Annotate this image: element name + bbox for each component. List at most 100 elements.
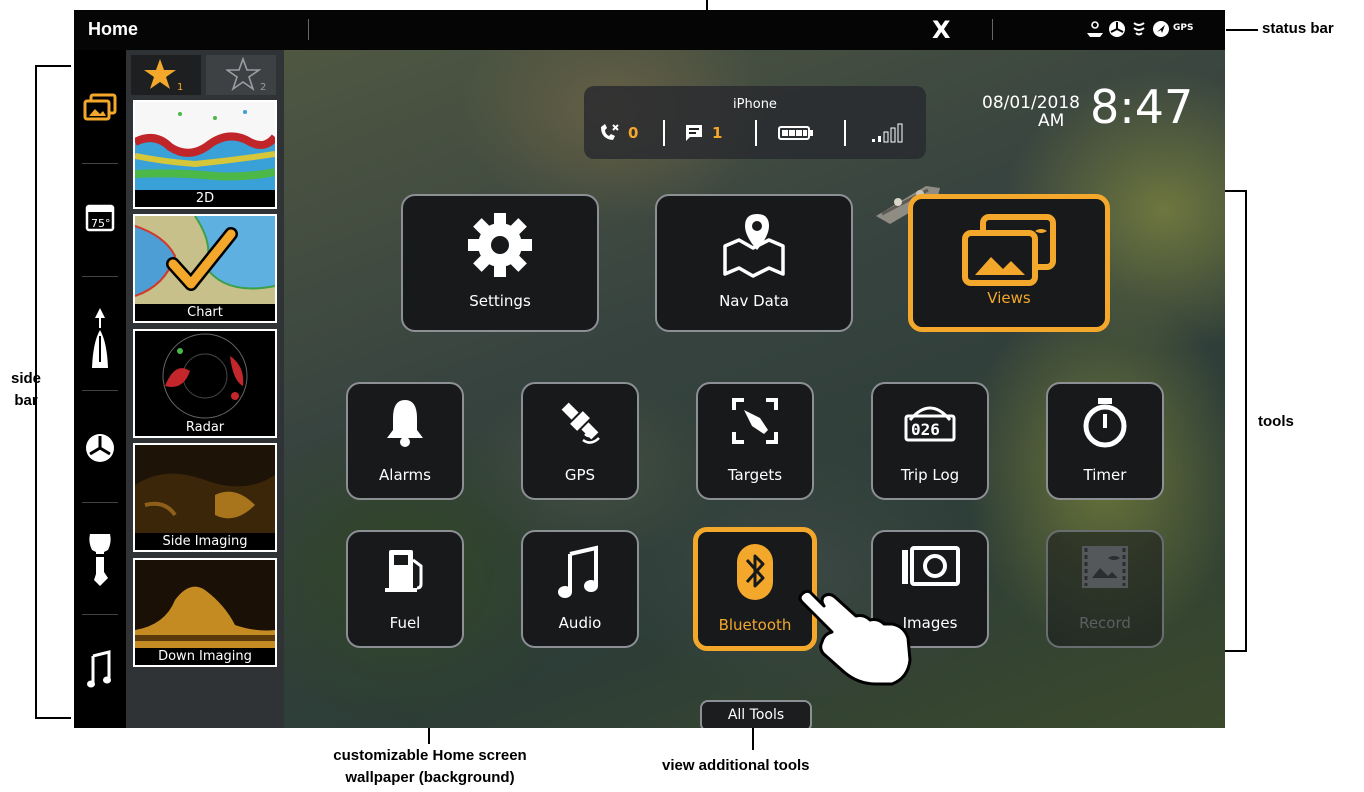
down-imaging-thumbnail: [135, 560, 275, 650]
tool-label: Audio: [558, 614, 602, 632]
annotation-wallpaper-line2: wallpaper (background): [345, 769, 515, 786]
sidebar-divider: [82, 390, 118, 391]
odometer-icon: 026: [904, 406, 956, 442]
sonar-status-icon[interactable]: [1130, 20, 1148, 38]
tool-label: Settings: [469, 292, 531, 310]
sidebar-item-radar[interactable]: [74, 396, 126, 500]
annotation-side-bar: side bar: [6, 368, 46, 412]
sidebar-divider: [82, 276, 118, 277]
tool-gps[interactable]: GPS: [521, 382, 639, 500]
missed-call-icon: [601, 124, 619, 140]
target-boat-icon: [732, 398, 778, 444]
tool-label: Bluetooth: [718, 616, 792, 634]
tool-label: Targets: [727, 466, 783, 484]
phone-notification-bar[interactable]: iPhone 0 1: [584, 86, 926, 159]
camera-icon: [902, 546, 960, 586]
sidebar-item-views[interactable]: [74, 56, 126, 160]
boat-sensor-icon[interactable]: [1086, 20, 1104, 38]
sidebar-item-music[interactable]: [74, 620, 126, 720]
phone-battery: [778, 122, 814, 144]
phone-signal: [870, 122, 910, 144]
navigation-status-icon[interactable]: [1152, 20, 1170, 38]
music-icon: [87, 650, 111, 688]
nav-data-icon: 75°: [85, 204, 115, 232]
stopwatch-icon: [1083, 398, 1127, 448]
side-bar-bracket-vertical: [35, 65, 37, 719]
gps-status-icon[interactable]: GPS: [1173, 23, 1193, 33]
views-icon: [83, 93, 117, 121]
all-tools-button[interactable]: All Tools: [700, 700, 812, 728]
phone-bar-divider: [663, 120, 665, 146]
radar-status-icon[interactable]: [1108, 20, 1126, 38]
phone-name: iPhone: [733, 97, 777, 112]
message-icon: [686, 125, 702, 141]
messages-count: 1: [712, 124, 723, 142]
favorite-view-side-imaging[interactable]: Side Imaging: [133, 443, 277, 552]
annotation-wallpaper-line1: customizable Home screen: [333, 747, 527, 764]
status-bar: Home X GPS: [74, 10, 1225, 50]
signal-strength-icon: [872, 123, 903, 143]
battery-icon: [778, 126, 813, 140]
favorite-view-label: Side Imaging: [135, 533, 275, 550]
views-icon: [962, 214, 1056, 286]
tool-targets[interactable]: Targets: [696, 382, 814, 500]
tool-nav-data[interactable]: Nav Data: [655, 194, 853, 332]
sidebar-item-engine[interactable]: [74, 508, 126, 612]
favorite-views-panel: 1 2 2D Chart Radar Side Imaging Down Ima…: [126, 50, 284, 728]
tool-views[interactable]: Views: [908, 194, 1110, 332]
humminbird-x-icon: X: [932, 16, 951, 44]
missed-calls-count: 0: [628, 124, 639, 142]
svg-text:2: 2: [260, 82, 266, 93]
side-bar-bracket-bottom: [35, 717, 71, 719]
favorites-tab-1[interactable]: 1: [131, 55, 201, 95]
sidebar-divider: [82, 163, 118, 164]
favorite-view-2d[interactable]: 2D: [133, 100, 277, 209]
annotation-wallpaper: customizable Home screen wallpaper (back…: [302, 745, 558, 789]
star-filled-icon: 1: [144, 59, 183, 93]
satellite-icon: [561, 402, 600, 444]
time-display: 8:47: [1090, 80, 1194, 134]
tools-bracket-top: [1224, 190, 1247, 192]
annotation-side-bar-line2: bar: [14, 392, 38, 409]
annotation-tools: tools: [1258, 413, 1294, 430]
device-screen: Home X GPS 75° 1 2 2D Chart Radar Side I…: [74, 10, 1225, 728]
gear-icon: [468, 213, 532, 277]
annotation-status-bar: status bar: [1262, 20, 1334, 37]
side-imaging-thumbnail: [135, 445, 275, 535]
tool-fuel[interactable]: Fuel: [346, 530, 464, 648]
map-pin-icon: [723, 214, 785, 278]
favorite-view-label: Radar: [135, 419, 275, 436]
messages: 1: [684, 122, 722, 144]
ampm-display: AM: [1038, 111, 1065, 131]
music-note-icon: [558, 545, 598, 598]
tool-label: Fuel: [389, 614, 421, 632]
sidebar-item-nav-data[interactable]: 75°: [74, 169, 126, 267]
favorite-view-label: Down Imaging: [135, 648, 275, 665]
tool-label: Views: [987, 289, 1031, 307]
favorites-tab-2[interactable]: 2: [206, 55, 276, 95]
tool-trip-log[interactable]: 026 Trip Log: [871, 382, 989, 500]
fuel-pump-icon: [385, 550, 423, 592]
tool-settings[interactable]: Settings: [401, 194, 599, 332]
status-bar-pointer: [1226, 29, 1258, 31]
tool-timer[interactable]: Timer: [1046, 382, 1164, 500]
radar-icon: [86, 434, 114, 462]
tool-audio[interactable]: Audio: [521, 530, 639, 648]
sidebar-divider: [82, 502, 118, 503]
sidebar-item-navigation[interactable]: [74, 282, 126, 394]
phone-bar-divider: [844, 120, 846, 146]
engine-icon: [89, 534, 111, 586]
annotation-view-additional-tools: view additional tools: [662, 757, 810, 774]
tool-label: Record: [1079, 614, 1131, 632]
tools-bracket-bottom: [1224, 650, 1247, 652]
pointing-hand-icon: [798, 589, 912, 686]
favorite-view-down-imaging[interactable]: Down Imaging: [133, 558, 277, 667]
side-bar: 75°: [74, 50, 126, 728]
tool-label: Nav Data: [719, 292, 789, 310]
bluetooth-icon: [737, 544, 773, 600]
favorite-view-label: 2D: [135, 190, 275, 207]
favorite-view-chart[interactable]: Chart: [133, 214, 277, 323]
date-display: 08/01/2018: [982, 93, 1080, 113]
tool-alarms[interactable]: Alarms: [346, 382, 464, 500]
favorite-view-radar[interactable]: Radar: [133, 329, 277, 438]
